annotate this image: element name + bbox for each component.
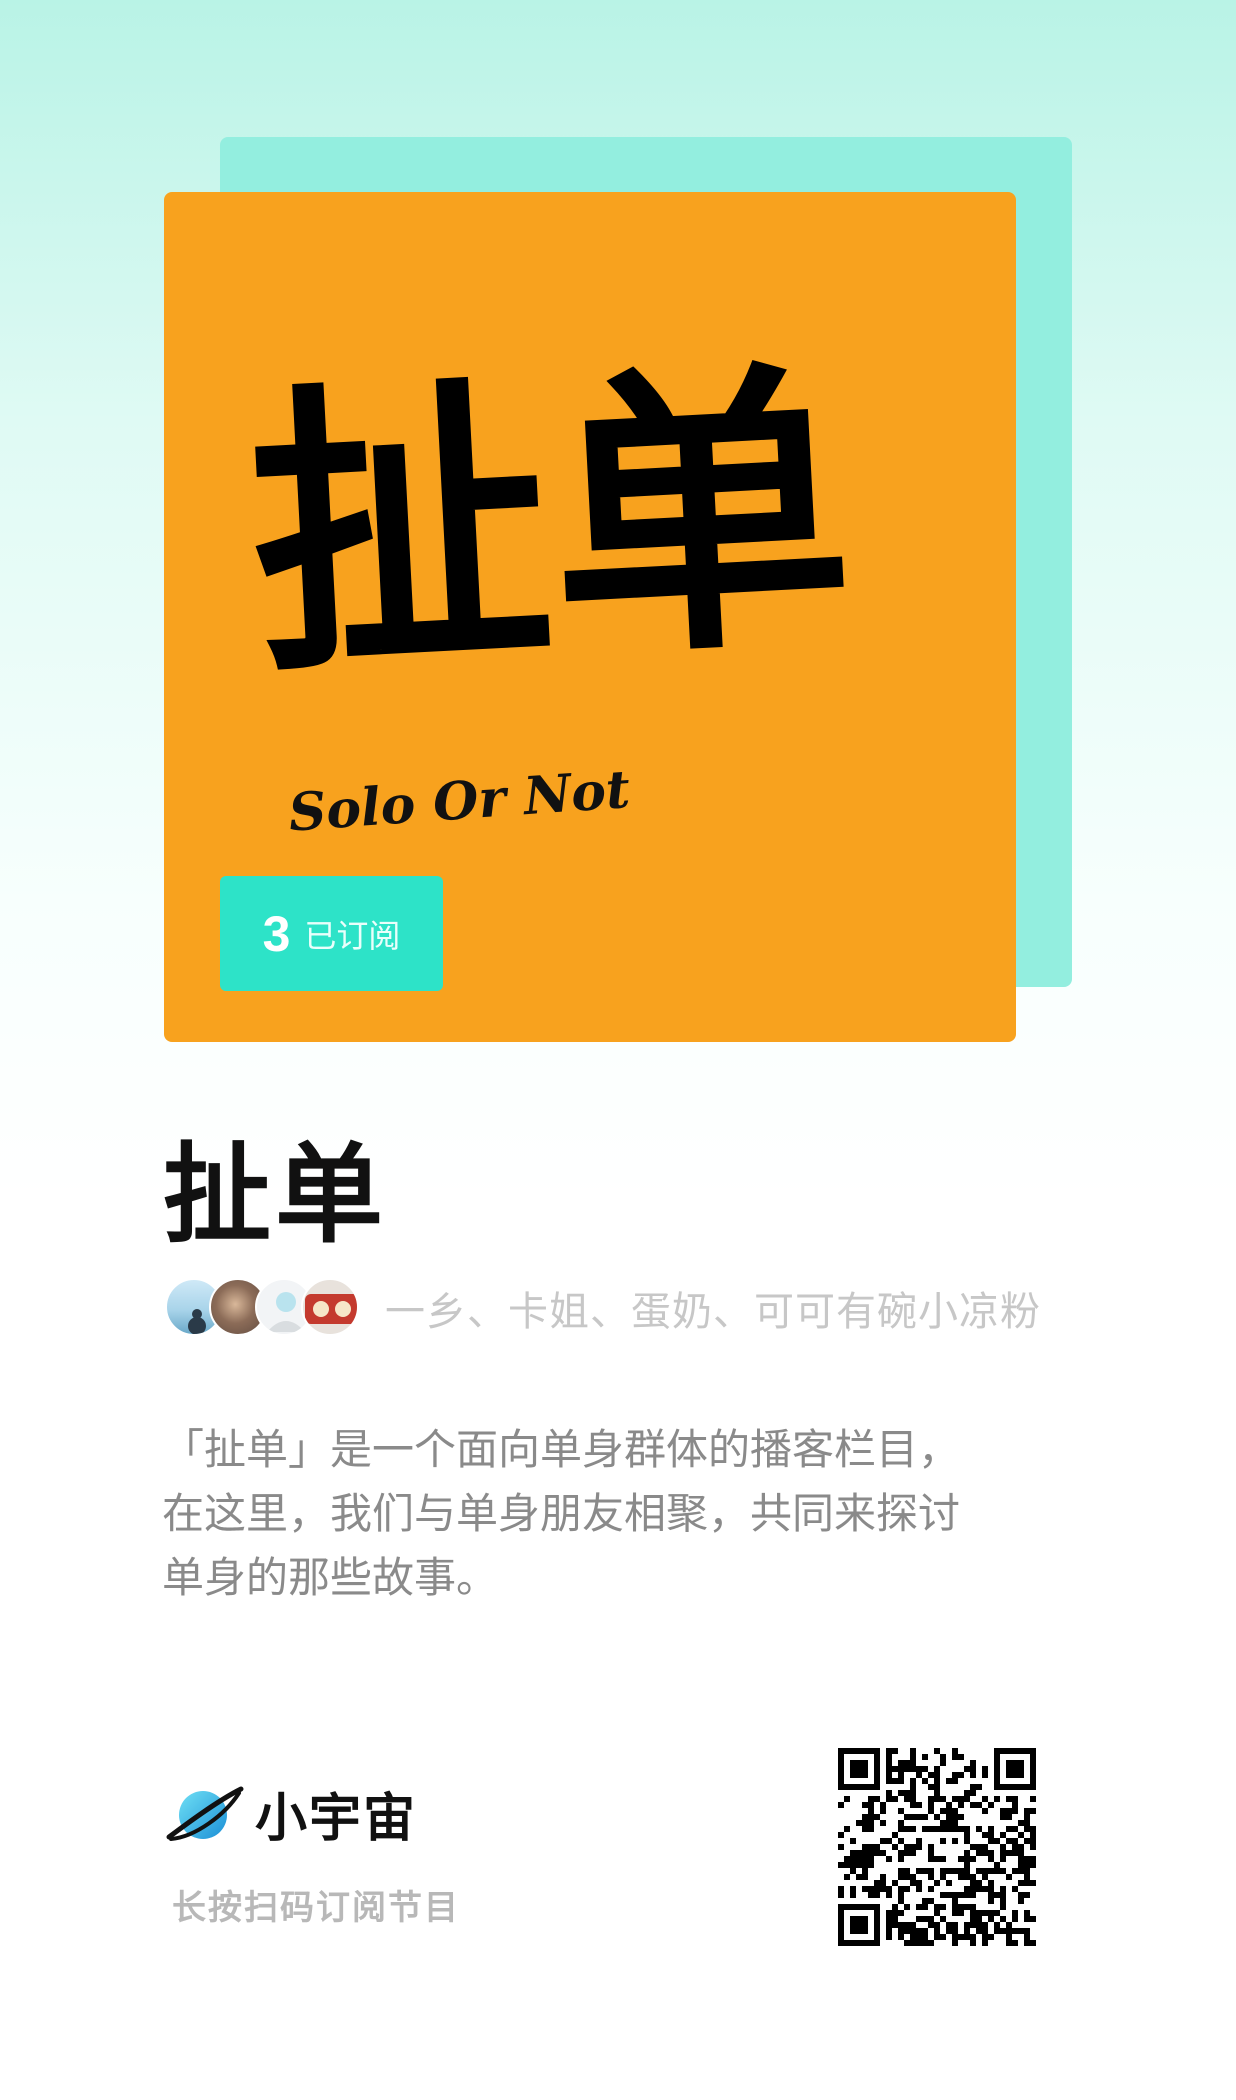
qr-code-icon[interactable] [838, 1748, 1036, 1946]
subscribed-label: 已订阅 [304, 916, 401, 955]
cover-title-art: 扯单 [242, 334, 859, 714]
subscribed-badge[interactable]: 3 已订阅 [220, 876, 443, 991]
brand-name: 小宇宙 [255, 1789, 418, 1849]
brand: 小宇宙 [165, 1776, 417, 1851]
description-line: 单身的那些故事。 [162, 1553, 499, 1602]
podcast-description: 「扯单」是一个面向单身群体的播客栏目， 在这里，我们与单身朋友相聚，共同来探讨 … [162, 1418, 1062, 1610]
description-line: 「扯单」是一个面向单身群体的播客栏目， [162, 1425, 961, 1474]
description-line: 在这里，我们与单身朋友相聚，共同来探讨 [162, 1489, 961, 1538]
cover-subtitle-art: Solo Or Not [287, 759, 632, 844]
podcast-cover: 扯单 Solo Or Not 3 已订阅 [164, 192, 1016, 1042]
avatar[interactable] [301, 1278, 359, 1336]
podcast-title: 扯单 [163, 1133, 388, 1258]
avatar-image [305, 1294, 357, 1324]
host-avatars[interactable] [165, 1278, 365, 1338]
planet-logo-icon [166, 1786, 244, 1841]
subscribed-count: 3 [262, 905, 291, 962]
host-names: 一乡、卡姐、蛋奶、可可有碗小凉粉 [385, 1289, 1041, 1335]
host-row[interactable]: 一乡、卡姐、蛋奶、可可有碗小凉粉 [165, 1278, 1041, 1338]
scan-hint: 长按扫码订阅节目 [172, 1888, 460, 1928]
